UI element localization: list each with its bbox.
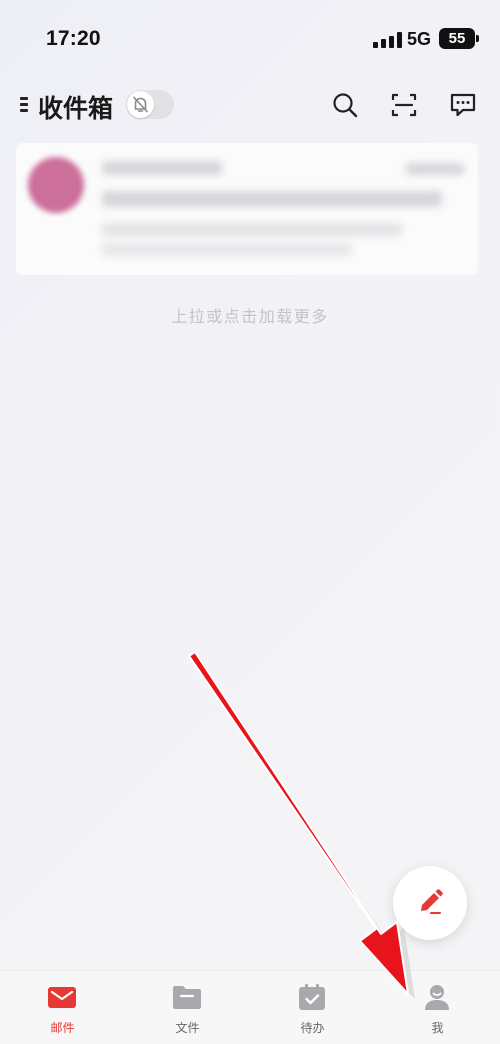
load-more-text[interactable]: 上拉或点击加载更多 [0, 303, 500, 327]
mail-preview-blurred [102, 223, 402, 236]
mail-time-blurred [406, 163, 464, 175]
calendar-check-icon [299, 984, 325, 1010]
status-bar: 17:20 5G 55 [0, 0, 500, 78]
tab-me[interactable]: 我 [375, 971, 500, 1044]
chat-icon[interactable] [449, 91, 477, 119]
sender-avatar [28, 157, 84, 213]
pencil-icon [421, 889, 443, 914]
status-time: 17:20 [46, 27, 101, 50]
scan-icon[interactable] [390, 91, 418, 119]
battery-indicator: 55 [439, 28, 475, 49]
tab-mail[interactable]: 邮件 [0, 971, 125, 1044]
battery-tip [476, 35, 479, 42]
mute-toggle[interactable] [126, 90, 174, 119]
sender-name-blurred [102, 161, 222, 175]
bell-slash-icon [133, 96, 148, 113]
network-type: 5G [407, 29, 432, 49]
compose-button[interactable] [393, 866, 467, 940]
tab-me-label: 我 [431, 1021, 444, 1035]
mail-subject-blurred [102, 191, 442, 207]
cellular-signal-icon [373, 32, 402, 48]
mute-toggle-knob [127, 91, 154, 118]
tab-mail-label: 邮件 [50, 1021, 75, 1035]
menu-icon[interactable] [20, 97, 28, 113]
bottom-tab-bar: 邮件 文件 待办 我 [0, 970, 500, 1044]
tab-todo[interactable]: 待办 [250, 971, 375, 1044]
tab-files-label: 文件 [175, 1021, 200, 1035]
search-icon[interactable] [331, 91, 359, 119]
tab-files[interactable]: 文件 [125, 971, 250, 1044]
mail-preview-blurred [102, 243, 352, 256]
folder-icon [173, 986, 201, 1009]
profile-icon [425, 985, 449, 1010]
mail-icon [48, 987, 76, 1008]
mail-list-item[interactable] [16, 143, 478, 275]
page-title[interactable]: 收件箱 [38, 89, 113, 125]
inbox-header: 收件箱 [0, 80, 500, 132]
tab-todo-label: 待办 [300, 1021, 325, 1035]
